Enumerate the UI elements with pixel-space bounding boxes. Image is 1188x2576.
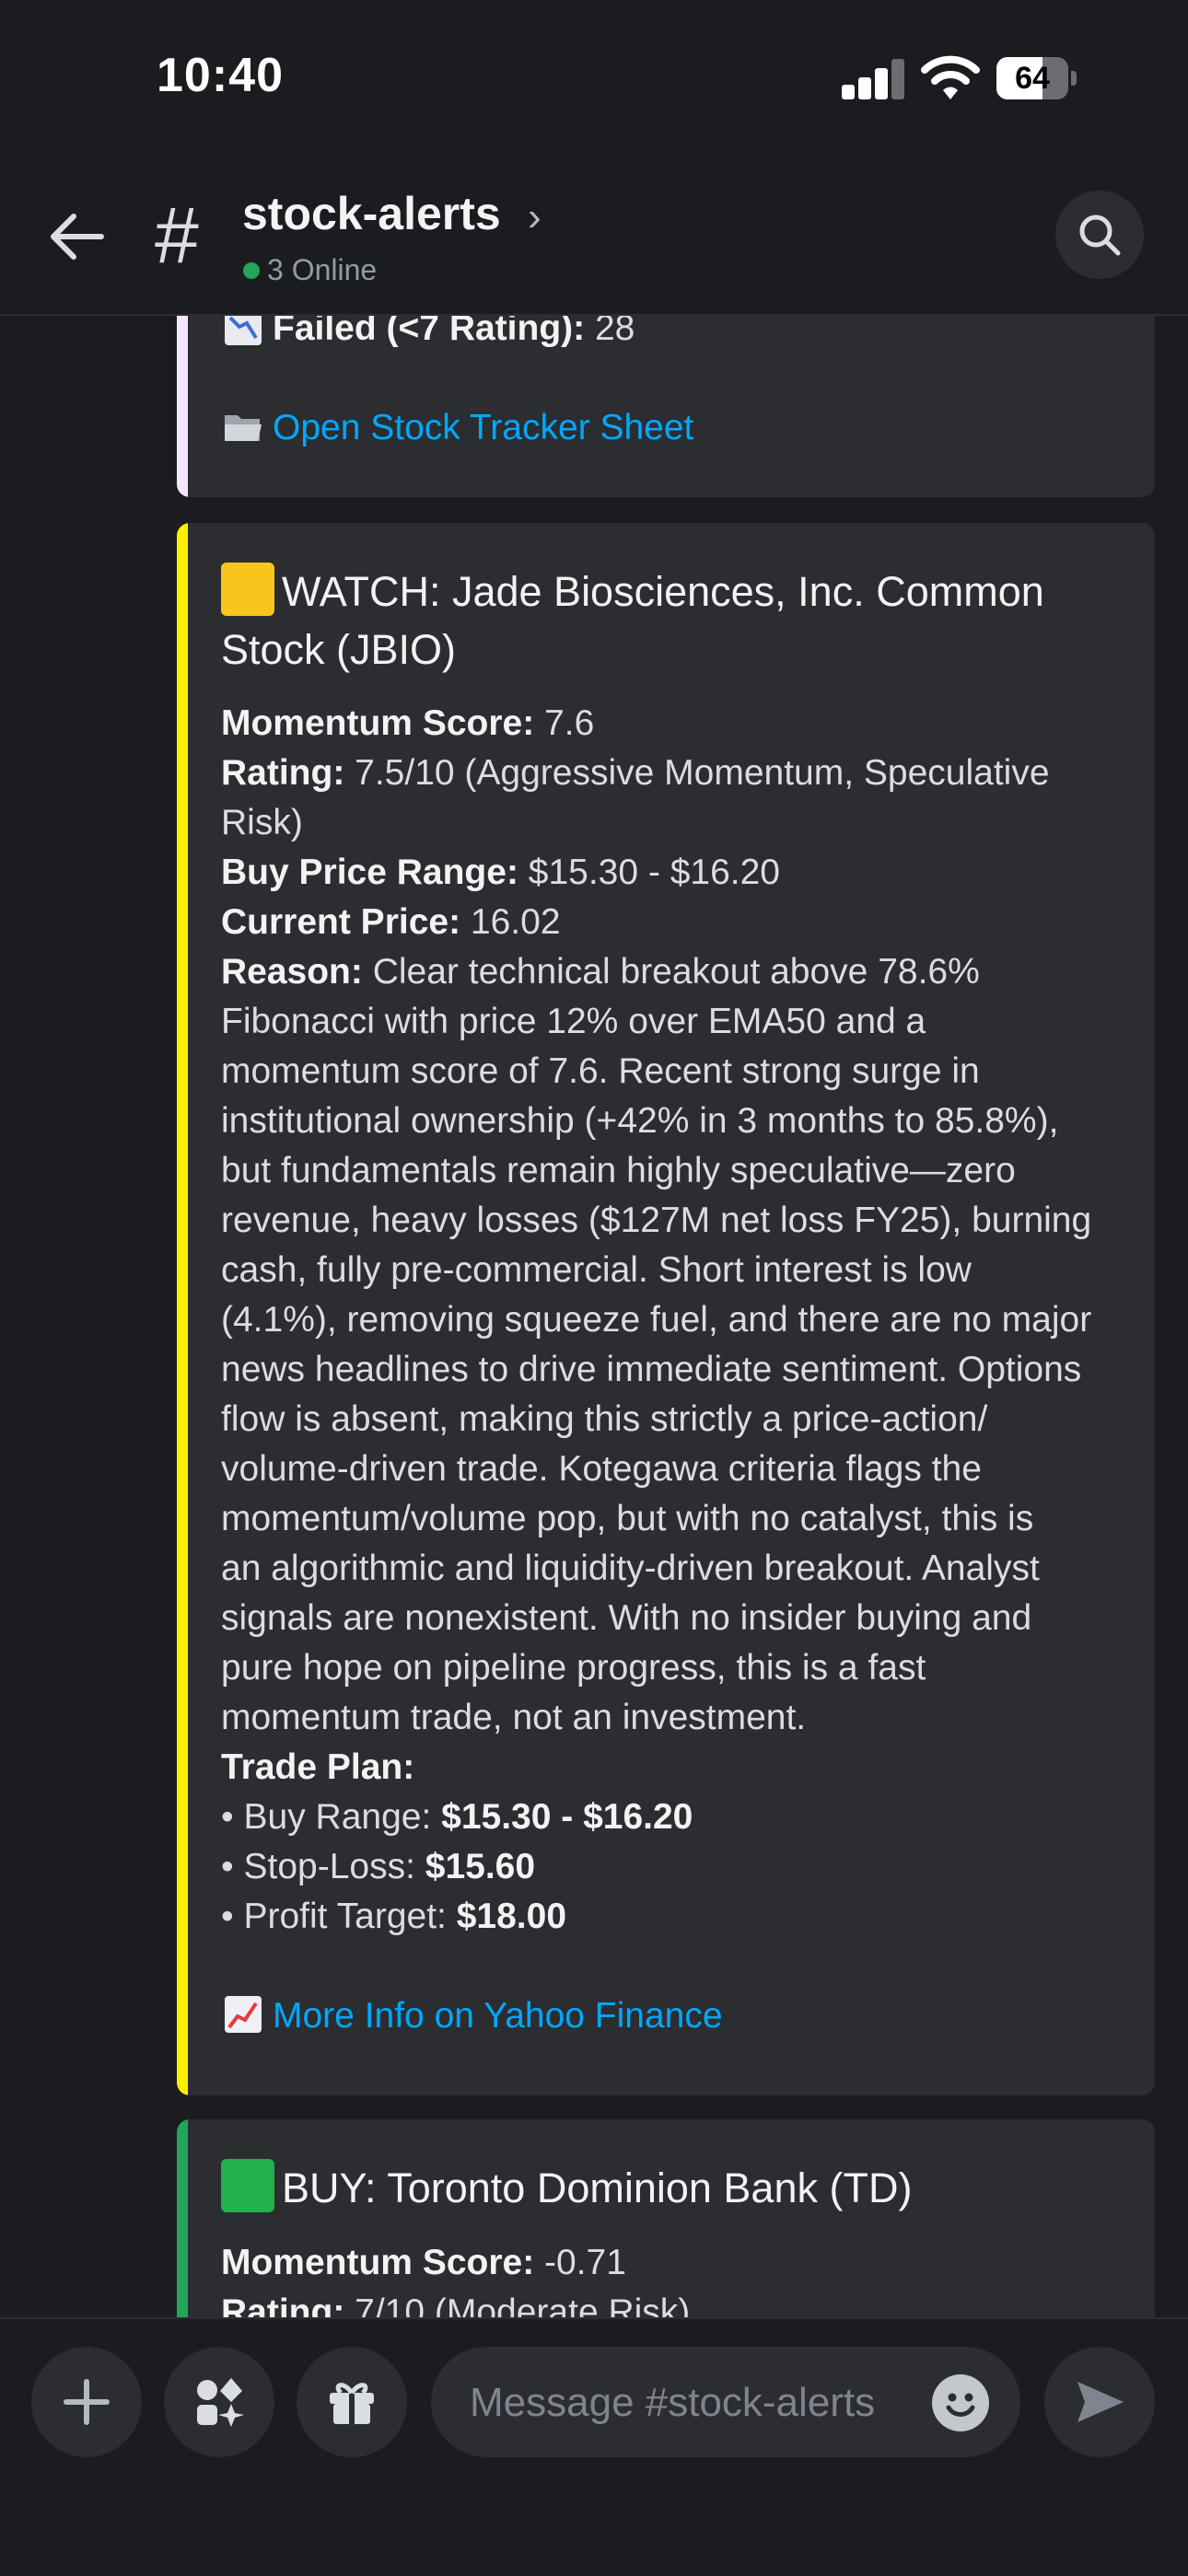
message-composer: Message #stock-alerts [0,2317,1188,2576]
apps-button[interactable] [164,2347,274,2457]
embed-accent-bar [177,523,188,2095]
yellow-square-icon [221,563,274,617]
online-count: 3 Online [243,253,377,287]
status-bar: 10:40 64 [0,0,1188,161]
add-attachment-button[interactable] [31,2347,142,2457]
battery-icon: 64 [996,57,1077,99]
emoji-smiley-icon[interactable] [932,2374,989,2431]
search-button[interactable] [1055,191,1144,279]
search-icon [1079,215,1121,256]
send-button[interactable] [1044,2347,1155,2457]
chevron-right-icon[interactable]: › [528,194,542,240]
channel-hash-icon: # [155,191,199,280]
channel-header: # stock-alerts › 3 Online [0,161,1188,316]
green-square-icon [221,2159,274,2213]
message-placeholder: Message #stock-alerts [470,2380,876,2425]
embed-title: BUY: Toronto Dominion Bank (TD) [221,2159,1127,2218]
apps-icon [197,2378,244,2427]
gift-icon [330,2383,374,2424]
message-input[interactable]: Message #stock-alerts [431,2347,1020,2457]
gift-button[interactable] [297,2347,407,2457]
send-icon [1077,2382,1124,2422]
yahoo-finance-link[interactable]: More Info on Yahoo Finance [273,1996,723,2036]
chart-increasing-icon [225,1995,262,2033]
embed-watch-jbio: WATCH: Jade Biosciences, Inc. Common Sto… [177,523,1155,2095]
plus-icon [64,2379,110,2425]
embed-title: WATCH: Jade Biosciences, Inc. Common [221,563,1127,621]
battery-level: 64 [1015,61,1050,96]
cellular-signal-icon [842,57,904,99]
stock-tracker-sheet-link[interactable]: Open Stock Tracker Sheet [273,408,693,447]
folder-icon [225,414,262,441]
online-dot-icon [243,261,260,279]
wifi-icon [921,53,980,101]
back-arrow-icon[interactable] [46,209,111,264]
channel-name[interactable]: stock-alerts [242,187,501,240]
status-time: 10:40 [157,49,284,102]
